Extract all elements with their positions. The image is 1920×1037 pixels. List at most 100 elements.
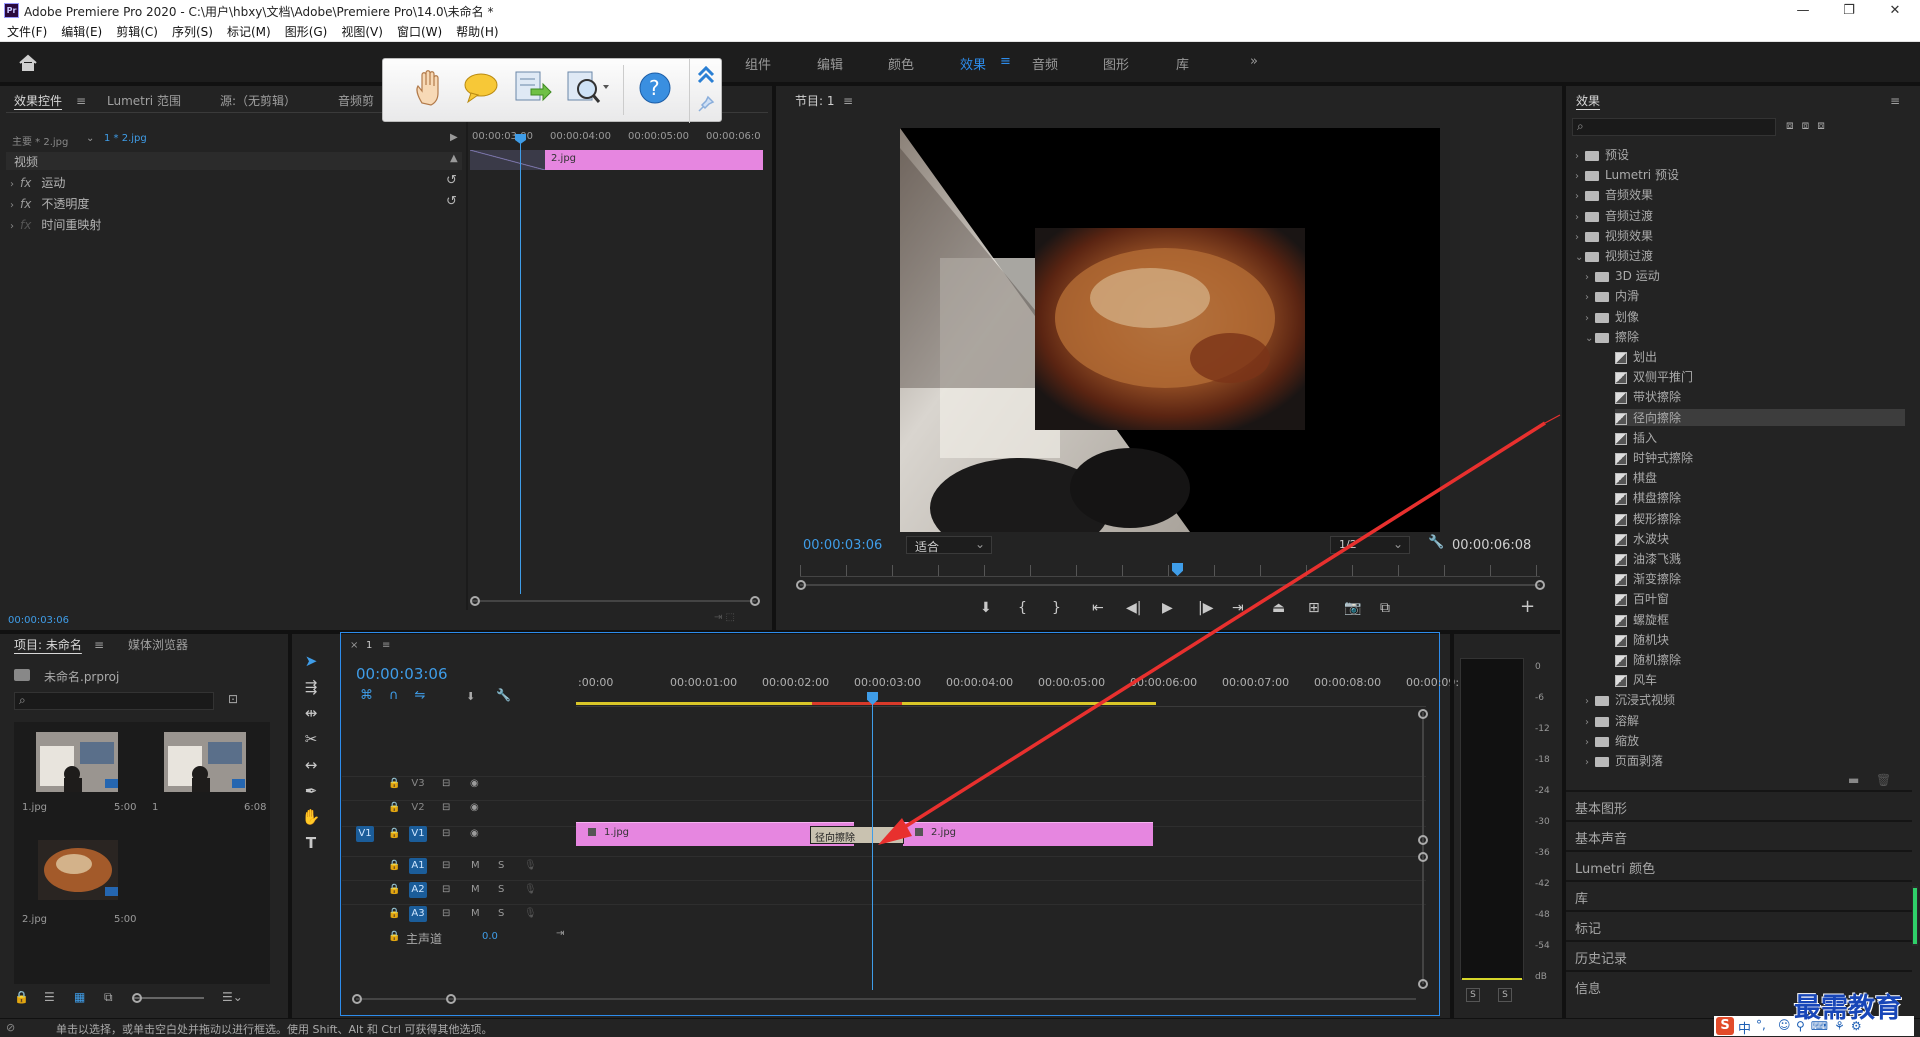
chevron-right-icon[interactable]: › [1585,717,1595,728]
pen-tool-icon[interactable]: ✒ [299,782,323,804]
step-forward-icon[interactable]: |▶ [1198,600,1213,616]
reset-motion-icon[interactable]: ↺ [446,173,457,188]
horizontal-scrollbar[interactable] [356,998,1416,1000]
ec-zoom-handle-right[interactable] [750,596,760,606]
master-volume-value[interactable]: 0.0 [482,931,498,942]
resolution-dropdown[interactable]: 1/2 ⌄ [1330,536,1410,554]
zoom-slider[interactable] [132,993,204,1003]
wipe-item-4[interactable]: 插入 [1615,429,1657,446]
tab-media-browser[interactable]: 媒体浏览器 [128,634,188,656]
timeline-playhead[interactable] [872,700,873,990]
hand-icon[interactable] [413,69,447,107]
track-target-V3[interactable]: V3 [409,776,427,792]
wipe-item-16[interactable]: 风车 [1615,671,1657,688]
button-editor-plus-icon[interactable]: + [1520,596,1535,617]
wipe-item-7[interactable]: 棋盘擦除 [1615,489,1681,506]
scroll-handle[interactable] [1418,979,1428,989]
menu-help[interactable]: 帮助(H) [449,22,505,42]
tab-lumetri-scopes[interactable]: Lumetri 范围 [107,90,181,112]
collapsed-panel-4[interactable]: 标记 [1575,918,1601,937]
chevron-right-icon[interactable]: › [1585,272,1595,283]
mute-button[interactable]: M [471,908,480,919]
effects-folder-2[interactable]: › 音频效果 [1575,186,1653,203]
master-clip-label[interactable]: 主要 * 2.jpg [12,133,68,148]
fx-row-time-remap[interactable]: › fx 时间重映射 [10,216,101,233]
menu-window[interactable]: 窗口(W) [390,22,449,42]
reset-opacity-icon[interactable]: ↺ [446,194,457,209]
wipe-item-3[interactable]: 径向擦除 [1615,409,1905,426]
effects-folder-1[interactable]: › Lumetri 预设 [1575,166,1679,183]
solo-right-button[interactable]: S [1498,988,1512,1002]
timeline-tab[interactable]: 1 [366,640,372,651]
scrollbar-thumb[interactable] [1913,888,1917,944]
effects-search-input[interactable]: ⌕ [1572,118,1776,136]
transition-folder-3[interactable]: ⌄ 擦除 [1585,328,1639,345]
wrench-icon[interactable]: 🔧 [1428,535,1444,550]
minimize-button[interactable]: — [1780,0,1826,22]
menu-graphics[interactable]: 图形(G) [278,22,335,42]
sequence-clip-label[interactable]: 1 * 2.jpg [104,133,147,144]
workspace-graphics[interactable]: 图形 [1103,54,1129,73]
new-search-bin-icon[interactable]: ⊡ [228,692,238,706]
wipe-item-1[interactable]: 双侧平推门 [1615,368,1693,385]
program-zoom-bar[interactable] [800,584,1540,586]
program-time-ruler[interactable] [800,565,1540,577]
help-icon[interactable]: ? [638,71,672,105]
track-select-tool-icon[interactable]: ⇶ [299,678,323,700]
transition-folder-after-0[interactable]: › 沉浸式视频 [1585,691,1675,708]
wipe-item-2[interactable]: 带状擦除 [1615,388,1681,405]
ec-zoom-handle-left[interactable] [470,596,480,606]
transition-folder-after-1[interactable]: › 溶解 [1585,712,1639,729]
chevron-right-icon[interactable]: › [1585,757,1595,768]
wipe-item-8[interactable]: 楔形擦除 [1615,510,1681,527]
go-to-in-icon[interactable]: ⇤ [1092,600,1104,616]
expand-chevron-icon[interactable]: › [10,200,20,211]
effects-folder-0[interactable]: › 预设 [1575,146,1629,163]
fx-row-opacity[interactable]: › fx 不透明度 [10,195,89,212]
effects-folder-5[interactable]: ⌄ 视频过渡 [1575,247,1653,264]
new-bin-icon[interactable]: ▬ [1848,773,1859,787]
program-zoom-handle-left[interactable] [796,580,806,590]
menu-file[interactable]: 文件(F) [0,22,54,42]
fx-icon[interactable]: fx [20,197,31,211]
scroll-handle[interactable] [1418,835,1428,845]
track-target-A2[interactable]: A2 [409,882,427,898]
program-timecode[interactable]: 00:00:03:06 [803,538,882,553]
add-marker-icon[interactable]: ⬇ [980,600,992,616]
restore-button[interactable]: ❐ [1826,0,1872,22]
effects-folder-4[interactable]: › 视频效果 [1575,227,1653,244]
close-button[interactable]: ✕ [1872,0,1918,22]
program-zoom-handle-right[interactable] [1535,580,1545,590]
hscroll-handle-right[interactable] [446,994,456,1004]
chevron-right-icon[interactable]: › [1585,313,1595,324]
wipe-item-0[interactable]: 划出 [1615,348,1657,365]
lock-icon[interactable]: 🔒 [388,931,400,942]
ripple-edit-tool-icon[interactable]: ⇹ [299,704,323,726]
project-menu-icon[interactable]: ≡ [94,634,104,656]
wipe-item-15[interactable]: 随机擦除 [1615,651,1681,668]
zoom-slider-handle[interactable] [132,993,142,1003]
tab-effect-controls[interactable]: 效果控件 [14,90,62,112]
chevron-right-icon[interactable]: › [1585,292,1595,303]
menu-marker[interactable]: 标记(M) [220,22,278,42]
project-item-1[interactable]: 1.jpg 5:00 [18,728,138,828]
wipe-item-5[interactable]: 时钟式擦除 [1615,449,1693,466]
document-export-icon[interactable] [513,69,553,105]
wipe-item-14[interactable]: 随机块 [1615,631,1669,648]
freeform-view-icon[interactable]: ⧉ [104,990,113,1005]
list-view-icon[interactable]: ☰ [44,990,55,1004]
play-button-icon[interactable]: ▶ [1162,600,1173,616]
chevron-right-icon[interactable]: › [1575,171,1585,182]
mark-in-icon[interactable]: { [1018,600,1027,616]
expand-chevron-icon[interactable]: › [10,221,20,232]
transition-radial-wipe[interactable]: 径向擦除 [810,826,904,844]
lock-icon[interactable]: 🔒 [388,778,400,789]
master-chevron-icon[interactable]: ⌄ [86,133,94,144]
tab-project[interactable]: 项目: 未命名 [14,634,82,656]
effects-menu-icon[interactable]: ≡ [1890,90,1900,112]
tab-source[interactable]: 源:（无剪辑） [220,90,296,112]
project-item-2[interactable]: 2.jpg 5:00 [18,834,138,934]
comparison-view-icon[interactable]: ⧉ [1380,600,1390,616]
solo-button[interactable]: S [498,884,504,895]
wipe-item-10[interactable]: 油漆飞溅 [1615,550,1681,567]
